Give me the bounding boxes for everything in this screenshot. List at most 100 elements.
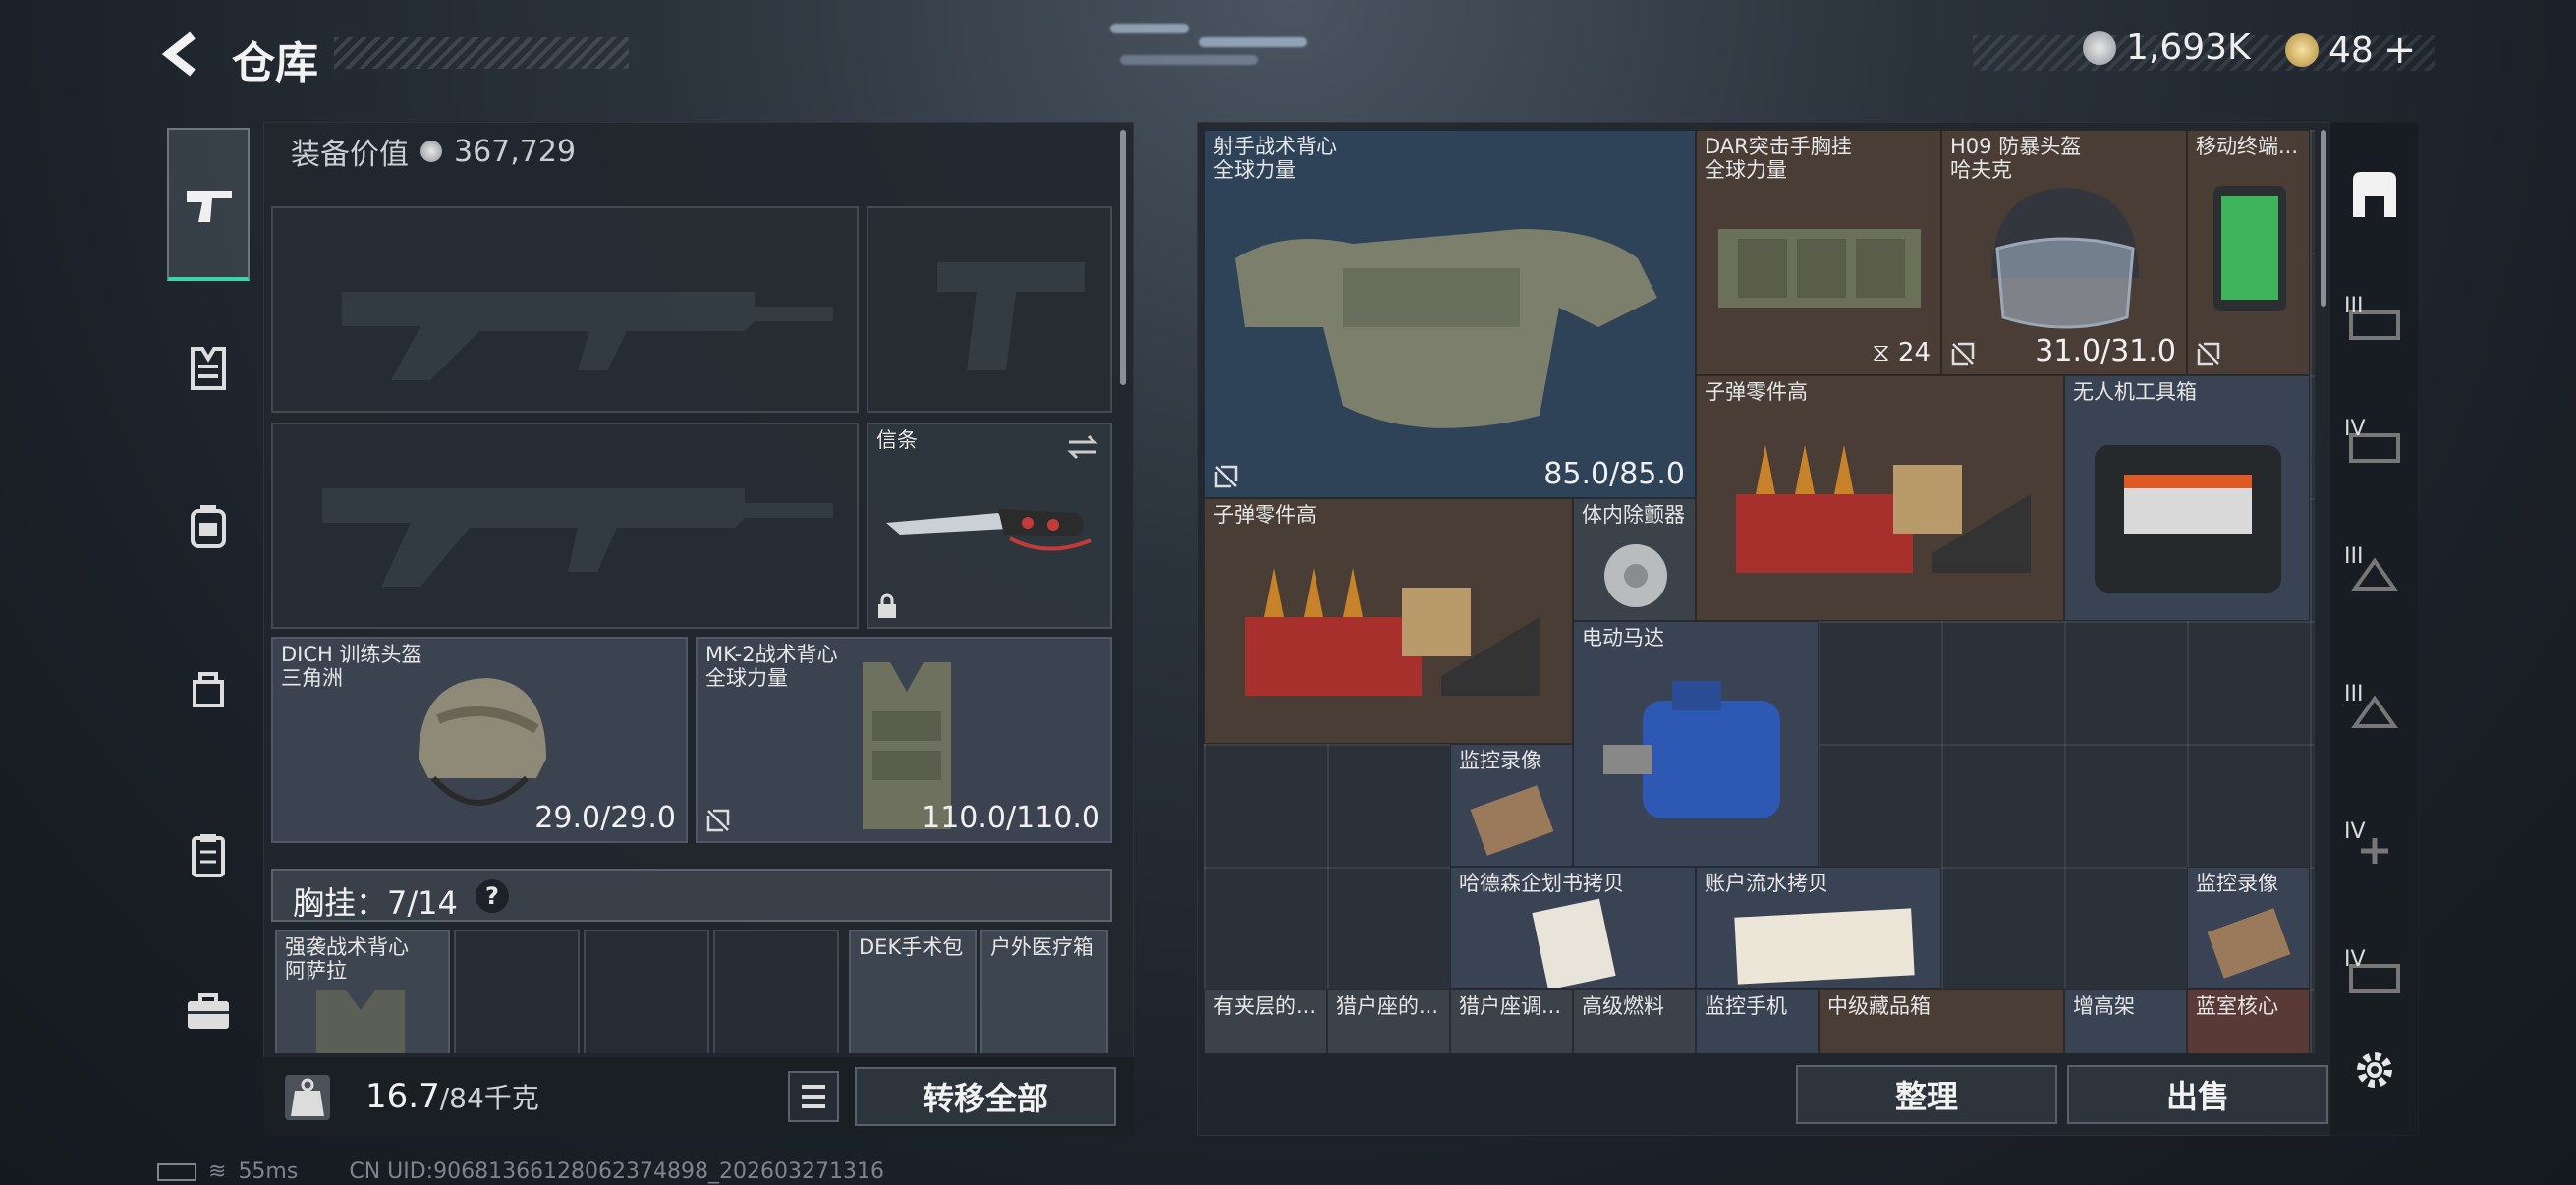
stash-item-bullet-parts[interactable]: 子弹零件高 xyxy=(1204,498,1573,744)
stash-item-dar-chest-rig[interactable]: DAR突击手胸挂 全球力量 ⧖ 24 xyxy=(1696,130,1941,375)
stash-item-partial[interactable]: 蓝室核心 xyxy=(2187,989,2310,1053)
stash-tab-6[interactable]: IV xyxy=(2340,816,2409,884)
rig-item-label: 强袭战术背心 阿萨拉 xyxy=(285,935,409,983)
stash-tab-5[interactable]: III xyxy=(2340,678,2409,747)
tab-weapons[interactable] xyxy=(167,128,250,281)
stash-item-name: 猎户座调... xyxy=(1459,994,1562,1018)
pistol-silhouette-icon xyxy=(937,262,1085,370)
stash-item-name: 体内除颤器 xyxy=(1582,503,1685,527)
stash-item-account-statement-copy[interactable]: 账户流水拷贝 xyxy=(1696,867,1941,989)
stash-item-mobile-terminal[interactable]: 移动终端... xyxy=(2187,130,2310,375)
stash-item-electric-motor[interactable]: 电动马达 xyxy=(1573,621,1819,867)
vest-slot[interactable]: MK-2战术背心 全球力量 110.0/110.0 xyxy=(696,637,1112,843)
swap-icon[interactable] xyxy=(1065,432,1100,462)
stash-item-name: DAR突击手胸挂 xyxy=(1705,135,1852,158)
stash-tab-3[interactable]: IV xyxy=(2340,413,2409,481)
tactical-vest-icon xyxy=(1235,229,1657,428)
stash-item-partial[interactable]: 中级藏品箱 xyxy=(1819,989,2064,1053)
motor-icon xyxy=(1603,681,1780,818)
tier-label: IV xyxy=(2344,947,2366,972)
melee-slot[interactable]: 信条 xyxy=(867,423,1112,629)
stash-item-name: 有夹层的... xyxy=(1213,994,1316,1018)
rig-item-assault-vest[interactable]: 强袭战术背心 阿萨拉 xyxy=(275,930,450,1053)
stash-tab-main[interactable] xyxy=(2340,161,2409,230)
stash-item-partial[interactable]: 猎户座的... xyxy=(1327,989,1450,1053)
stash-item-name: 子弹零件高 xyxy=(1705,380,1808,404)
sell-button[interactable]: 出售 xyxy=(2067,1065,2328,1124)
vest-faction: 全球力量 xyxy=(705,666,788,690)
transfer-all-button[interactable]: 转移全部 xyxy=(855,1067,1116,1126)
stash-tab-7[interactable]: IV xyxy=(2340,943,2409,1012)
tab-pouch[interactable] xyxy=(169,649,248,727)
settings-gear-icon[interactable] xyxy=(2350,1045,2399,1095)
currency-gold[interactable]: 48 + xyxy=(2285,28,2416,73)
stash-item-label: DAR突击手胸挂 全球力量 xyxy=(1705,135,1852,182)
toolbox-icon xyxy=(2095,445,2281,592)
stash-item-name: 增高架 xyxy=(2073,994,2135,1018)
broken-durability-icon xyxy=(2197,342,2220,366)
tab-backpack[interactable] xyxy=(169,486,248,565)
stash-item-partial[interactable]: 猎户座调... xyxy=(1450,989,1573,1053)
tier-label: III xyxy=(2344,544,2364,569)
rig-empty-slot[interactable] xyxy=(584,930,709,1053)
stash-item-hudson-plan-copy[interactable]: 哈德森企划书拷贝 xyxy=(1450,867,1696,989)
rig-empty-slot[interactable] xyxy=(454,930,580,1053)
stash-item-shooter-vest[interactable]: 射手战术背心 全球力量 85.0/85.0 xyxy=(1204,130,1696,498)
rig-item-name: 户外医疗箱 xyxy=(990,935,1093,959)
stash-item-partial[interactable]: 监控手机 xyxy=(1696,989,1819,1053)
back-button[interactable] xyxy=(157,29,206,79)
stash-item-drone-toolbox[interactable]: 无人机工具箱 xyxy=(2064,375,2310,621)
helmet-icon xyxy=(419,678,546,806)
stash-item-partial[interactable]: 高级燃料 xyxy=(1573,989,1696,1053)
backup-weapon-slot[interactable] xyxy=(271,423,859,629)
stash-tab-4[interactable]: III xyxy=(2340,540,2409,609)
stash-item-name: 监控录像 xyxy=(2196,872,2278,895)
vest-name: MK-2战术背心 xyxy=(705,643,838,666)
add-currency-icon[interactable]: + xyxy=(2383,28,2417,73)
primary-weapon-slot[interactable] xyxy=(271,206,859,413)
tier-label: III xyxy=(2344,294,2364,318)
vest-label: MK-2战术背心 全球力量 xyxy=(705,643,838,690)
tab-container[interactable] xyxy=(169,816,248,894)
stash-item-count: ⧖ 24 xyxy=(1872,338,1931,368)
uid-text: CN UID:90681366128062374898_202603271316 xyxy=(349,1159,884,1184)
list-view-button[interactable] xyxy=(788,1071,839,1122)
equip-value-row: 装备价值 367,729 xyxy=(291,130,576,173)
secondary-weapon-slot[interactable] xyxy=(867,206,1112,413)
stash-item-h09-helmet[interactable]: H09 防暴头盔 哈夫克 31.0/31.0 xyxy=(1941,130,2187,375)
stash-scrollbar[interactable] xyxy=(2321,130,2326,307)
stash-item-surveillance-video[interactable]: 监控录像 xyxy=(1450,744,1573,867)
stash-item-name: 中级藏品箱 xyxy=(1827,994,1931,1018)
weight-bar: 16.7/84千克 转移全部 xyxy=(263,1057,1134,1136)
stash-item-partial[interactable]: 有夹层的... xyxy=(1204,989,1327,1053)
tab-case[interactable] xyxy=(169,973,248,1051)
broken-durability-icon xyxy=(706,809,730,832)
rig-item-medical-box[interactable]: 户外医疗箱 xyxy=(980,930,1108,1053)
tier-label: III xyxy=(2344,682,2364,706)
tier-label: IV xyxy=(2344,819,2366,844)
stash-item-name: 蓝室核心 xyxy=(2196,994,2278,1018)
help-icon[interactable]: ? xyxy=(476,879,509,913)
wifi-icon: ≋ xyxy=(208,1159,227,1184)
stash-item-partial[interactable]: 增高架 xyxy=(2064,989,2187,1053)
gold-coin-icon xyxy=(2285,33,2319,67)
loadout-scrollbar[interactable] xyxy=(1120,130,1126,385)
stash-item-surveillance-video[interactable]: 监控录像 xyxy=(2187,867,2310,989)
stack-icon: ⧖ xyxy=(1872,338,1898,367)
tab-chest-rig[interactable] xyxy=(169,329,248,408)
weight-max: /84千克 xyxy=(439,1082,539,1114)
stash-item-name: 无人机工具箱 xyxy=(2073,380,2197,404)
rifle-silhouette-icon xyxy=(322,488,833,587)
rig-empty-slot[interactable] xyxy=(713,930,839,1053)
stash-item-name: 猎户座的... xyxy=(1336,994,1439,1018)
stash-item-bullet-parts[interactable]: 子弹零件高 xyxy=(1696,375,2064,621)
stash-item-defibrillator[interactable]: 体内除颤器 xyxy=(1573,498,1696,621)
sort-button[interactable]: 整理 xyxy=(1796,1065,2057,1124)
rig-item-surgical-kit[interactable]: DEK手术包 xyxy=(849,930,977,1053)
defibrillator-icon xyxy=(1604,544,1667,607)
helmet-slot[interactable]: DICH 训练头盔 三角洲 29.0/29.0 xyxy=(271,637,688,843)
stash-tab-2[interactable]: III xyxy=(2340,290,2409,359)
chest-rig-icon xyxy=(1718,229,1921,308)
terminal-icon xyxy=(2213,186,2286,311)
currency-silver-value: 1,693K xyxy=(2126,28,2251,68)
